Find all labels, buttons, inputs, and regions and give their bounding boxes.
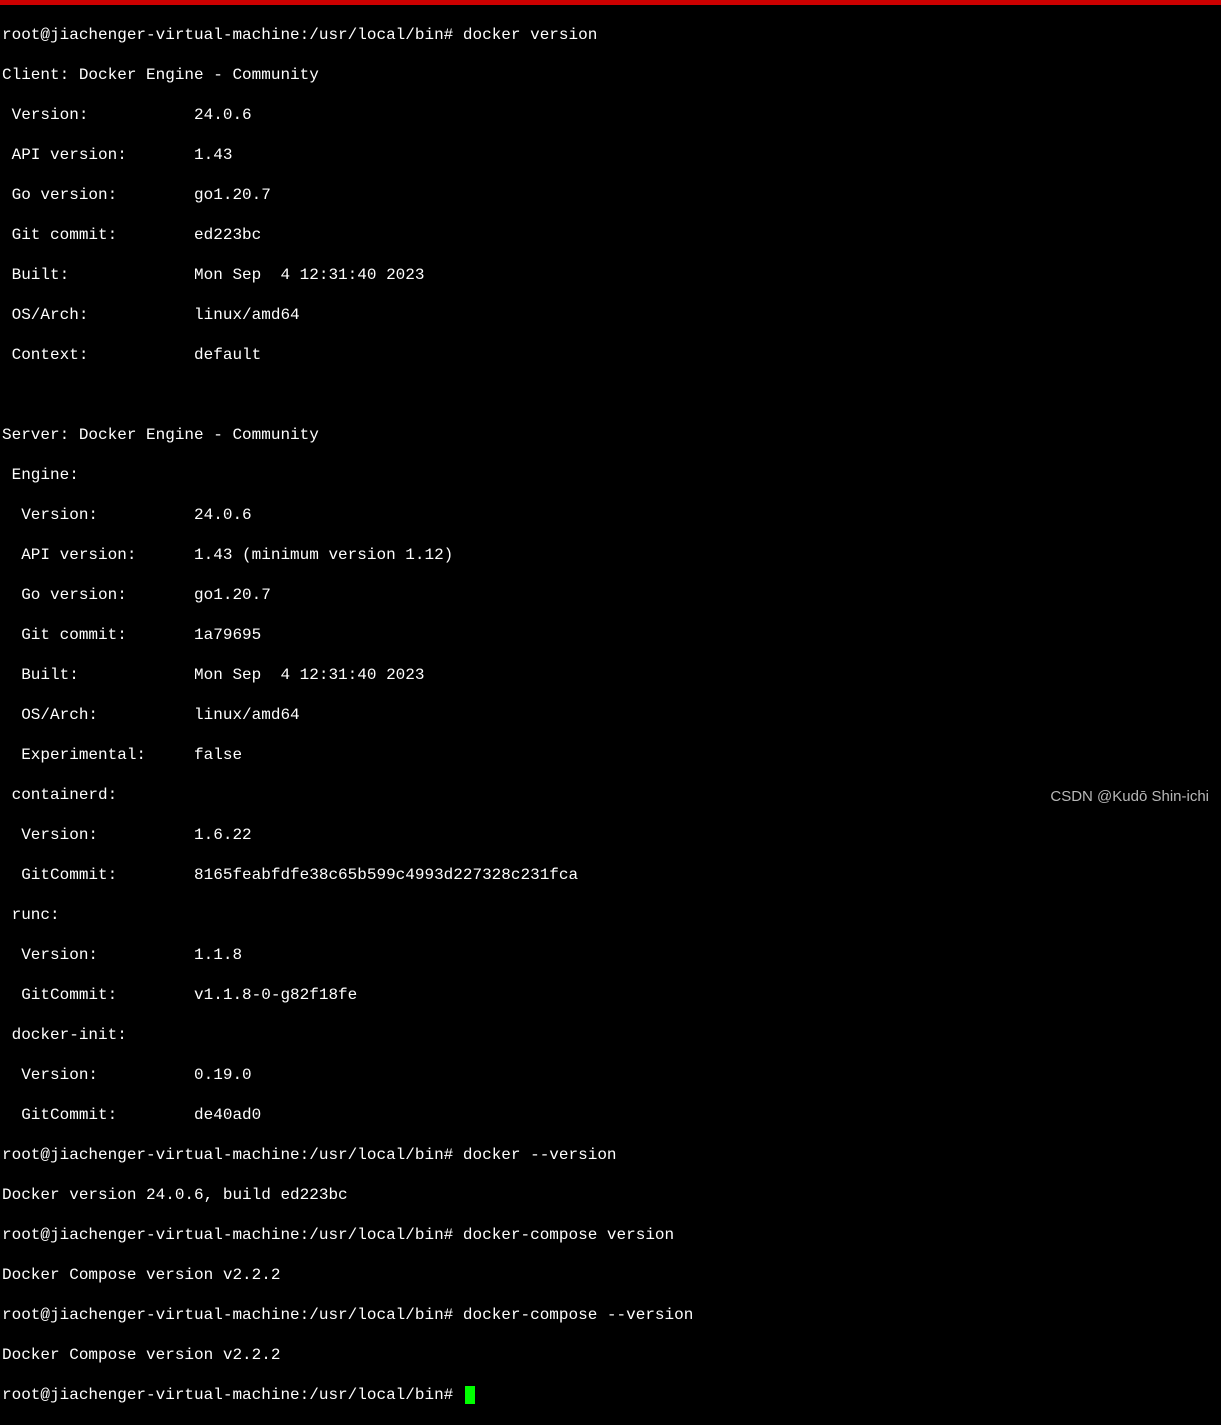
output-line: Version: 1.6.22 — [0, 825, 1221, 845]
command-text: docker-compose --version — [463, 1306, 693, 1324]
shell-prompt: root@jiachenger-virtual-machine:/usr/loc… — [2, 26, 453, 44]
prompt-line: root@jiachenger-virtual-machine:/usr/loc… — [0, 1145, 1221, 1165]
output-line: GitCommit: v1.1.8-0-g82f18fe — [0, 985, 1221, 1005]
output-line: Version: 1.1.8 — [0, 945, 1221, 965]
output-line: docker-init: — [0, 1025, 1221, 1045]
terminal-output[interactable]: root@jiachenger-virtual-machine:/usr/loc… — [0, 5, 1221, 1425]
output-line: Built: Mon Sep 4 12:31:40 2023 — [0, 665, 1221, 685]
output-line: runc: — [0, 905, 1221, 925]
output-line: Docker Compose version v2.2.2 — [0, 1345, 1221, 1365]
command-text: docker version — [463, 26, 597, 44]
output-line: Version: 24.0.6 — [0, 505, 1221, 525]
output-line: Server: Docker Engine - Community — [0, 425, 1221, 445]
output-line: Go version: go1.20.7 — [0, 185, 1221, 205]
output-line: Context: default — [0, 345, 1221, 365]
output-line: Version: 24.0.6 — [0, 105, 1221, 125]
prompt-line: root@jiachenger-virtual-machine:/usr/loc… — [0, 1225, 1221, 1245]
output-line: OS/Arch: linux/amd64 — [0, 305, 1221, 325]
command-text: docker-compose version — [463, 1226, 674, 1244]
shell-prompt: root@jiachenger-virtual-machine:/usr/loc… — [2, 1226, 453, 1244]
output-line: Go version: go1.20.7 — [0, 585, 1221, 605]
output-line: Client: Docker Engine - Community — [0, 65, 1221, 85]
prompt-line: root@jiachenger-virtual-machine:/usr/loc… — [0, 25, 1221, 45]
output-line: API version: 1.43 (minimum version 1.12) — [0, 545, 1221, 565]
output-line: Engine: — [0, 465, 1221, 485]
shell-prompt: root@jiachenger-virtual-machine:/usr/loc… — [2, 1146, 453, 1164]
output-line: Docker Compose version v2.2.2 — [0, 1265, 1221, 1285]
output-line: GitCommit: 8165feabfdfe38c65b599c4993d22… — [0, 865, 1221, 885]
output-line: containerd: — [0, 785, 1221, 805]
output-line: Built: Mon Sep 4 12:31:40 2023 — [0, 265, 1221, 285]
output-line: GitCommit: de40ad0 — [0, 1105, 1221, 1125]
output-line: Git commit: 1a79695 — [0, 625, 1221, 645]
shell-prompt: root@jiachenger-virtual-machine:/usr/loc… — [2, 1306, 453, 1324]
cursor-icon — [465, 1386, 475, 1404]
output-line: API version: 1.43 — [0, 145, 1221, 165]
output-line: Experimental: false — [0, 745, 1221, 765]
prompt-line: root@jiachenger-virtual-machine:/usr/loc… — [0, 1305, 1221, 1325]
output-line: Docker version 24.0.6, build ed223bc — [0, 1185, 1221, 1205]
output-line: OS/Arch: linux/amd64 — [0, 705, 1221, 725]
watermark-text: CSDN @Kudō Shin-ichi — [1050, 787, 1209, 807]
output-line: Version: 0.19.0 — [0, 1065, 1221, 1085]
shell-prompt: root@jiachenger-virtual-machine:/usr/loc… — [2, 1386, 453, 1404]
output-line: Git commit: ed223bc — [0, 225, 1221, 245]
output-line — [0, 385, 1221, 405]
prompt-line-active[interactable]: root@jiachenger-virtual-machine:/usr/loc… — [0, 1385, 1221, 1405]
command-text: docker --version — [463, 1146, 617, 1164]
